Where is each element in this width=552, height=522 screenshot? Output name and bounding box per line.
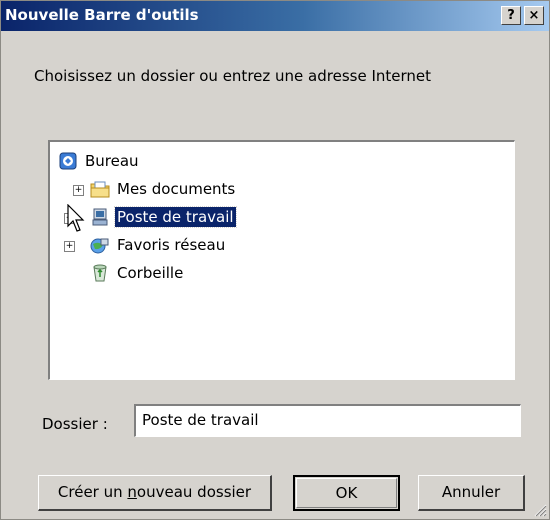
new-folder-button[interactable]: Créer un nouveau dossier xyxy=(38,475,272,511)
ok-button[interactable]: OK xyxy=(293,475,400,511)
mouse-pointer-icon xyxy=(67,204,85,232)
close-button[interactable]: × xyxy=(524,6,544,25)
folder-input[interactable]: Poste de travail xyxy=(134,404,521,437)
folder-label: Dossier : xyxy=(42,415,108,433)
cancel-button[interactable]: Annuler xyxy=(418,475,525,511)
tree-item-favoris-reseau[interactable]: Favoris réseau xyxy=(90,234,227,256)
my-documents-folder-icon xyxy=(90,181,110,198)
resize-grip-icon[interactable] xyxy=(533,503,547,517)
tree-item-label: Mes documents xyxy=(117,180,236,198)
tree-item-label: Corbeille xyxy=(117,264,184,282)
tree-item-bureau[interactable]: Bureau xyxy=(58,150,141,172)
title-bar[interactable]: Nouvelle Barre d'outils ? × xyxy=(1,1,549,31)
new-toolbar-dialog: Nouvelle Barre d'outils ? × Choisissez u… xyxy=(0,0,550,520)
tree-item-mes-documents[interactable]: Mes documents xyxy=(90,178,237,200)
recycle-bin-icon xyxy=(93,264,107,282)
expand-mes-documents-icon[interactable]: + xyxy=(73,185,84,196)
ok-button-label: OK xyxy=(296,478,397,508)
my-computer-icon xyxy=(92,208,108,226)
expand-favoris-reseau-icon[interactable]: + xyxy=(64,241,75,252)
folder-tree[interactable]: Bureau + Mes documents + Poste de travai… xyxy=(48,140,515,380)
tree-item-poste-de-travail[interactable]: Poste de travail xyxy=(90,206,237,228)
instruction-text: Choisissez un dossier ou entrez une adre… xyxy=(34,67,432,85)
new-folder-label-before: Créer un xyxy=(57,483,128,501)
new-folder-mnemonic: n xyxy=(127,483,137,501)
network-places-icon xyxy=(90,238,109,254)
desktop-icon xyxy=(59,152,77,170)
tree-item-label: Poste de travail xyxy=(114,206,237,228)
new-folder-label-after: ouveau dossier xyxy=(136,483,252,501)
dialog-title: Nouvelle Barre d'outils xyxy=(5,6,199,24)
tree-item-label: Favoris réseau xyxy=(117,236,226,254)
tree-item-corbeille[interactable]: Corbeille xyxy=(90,262,185,284)
tree-item-label: Bureau xyxy=(85,152,139,170)
help-button[interactable]: ? xyxy=(501,6,521,25)
